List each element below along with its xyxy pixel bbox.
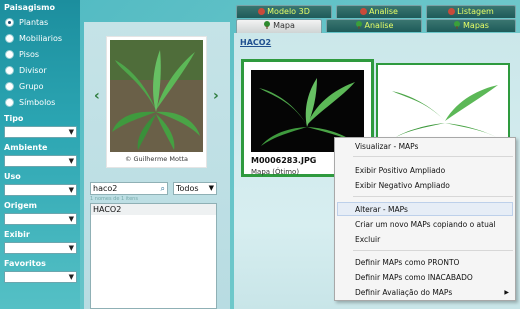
tab-label: Mapa [273,21,295,30]
result-list[interactable]: HACO2 [90,203,217,309]
tab-label: Analise [369,7,398,16]
radio-label: Símbolos [19,97,56,107]
radio-mobiliarios[interactable]: Mobiliarios [4,30,77,46]
tab-label: Analise [364,21,394,30]
radio-icon [5,49,14,59]
radio-icon [5,33,14,43]
menu-item-excluir[interactable]: Excluir [355,234,513,245]
sidebar-title: Paisagismo [4,3,56,12]
chevron-down-icon: ▼ [68,244,74,252]
tab-analise-top[interactable]: Analise [336,5,422,18]
radio-grupo[interactable]: Grupo [4,78,77,94]
menu-item-alterar[interactable]: Alterar - MAPs [355,204,513,215]
radio-icon [5,65,14,75]
plant-photo-frame: © Guilherme Motta [106,36,207,168]
tab-label: Modelo 3D [267,7,310,16]
radio-label: Plantas [19,17,49,27]
radio-icon [5,17,14,27]
model-3d-icon [258,8,266,15]
filter-label-ambiente: Ambiente [4,143,48,152]
filter-label-origem: Origem [4,201,37,210]
menu-separator [353,156,513,157]
breadcrumb[interactable]: HACO2 [240,38,271,47]
tab-mapas[interactable]: Mapas [426,19,516,32]
radio-plantas[interactable]: Plantas [4,14,77,30]
radio-pisos[interactable]: Pisos [4,46,77,62]
map-file-name: M0006283.JPG [251,156,317,165]
radio-label: Pisos [19,49,40,59]
ambiente-select[interactable]: ▼ [4,155,77,167]
radio-divisor[interactable]: Divisor [4,62,77,78]
search-value: haco2 [93,184,118,193]
radio-icon [5,81,14,91]
next-arrow-icon[interactable]: › [213,88,219,104]
search-icon[interactable]: ⌕ [161,183,165,194]
radio-icon [5,97,14,107]
map-status: Mapa (Ótimo) [251,168,300,176]
listagem-icon [448,8,456,15]
chevron-down-icon: ▼ [68,157,74,165]
menu-item-criar-novo[interactable]: Criar um novo MAPs copiando o atual [355,219,513,230]
filter-value: Todos [176,184,199,193]
tab-label: Mapas [463,21,489,30]
prev-arrow-icon[interactable]: ‹ [94,88,100,104]
photo-caption: © Guilherme Motta [124,155,189,163]
submenu-arrow-icon: ▶ [504,289,509,296]
tree-icon [454,21,461,29]
tab-modelo-3d[interactable]: Modelo 3D [236,5,332,18]
context-menu: Visualizar - MAPs Exibir Positivo Amplia… [334,137,516,301]
tab-listagem[interactable]: Listagem [426,5,516,18]
search-input[interactable]: haco2 ⌕ [90,182,168,195]
menu-separator [353,196,513,197]
radio-label: Grupo [19,81,44,91]
filter-select[interactable]: Todos ▼ [173,182,217,195]
menu-item-inacabado[interactable]: Definir MAPs como INACABADO [355,272,513,283]
menu-item-avaliacao[interactable]: Definir Avaliação do MAPs [355,287,513,298]
map-thumbnail [386,71,504,137]
origem-select[interactable]: ▼ [4,213,77,225]
sidebar: Paisagismo Plantas Mobiliarios Pisos Div… [0,0,80,309]
menu-item-exibir-positivo[interactable]: Exibir Positivo Ampliado [355,165,513,176]
map-card[interactable] [376,63,510,145]
exibir-select[interactable]: ▼ [4,242,77,254]
chevron-down-icon: ▼ [208,184,214,192]
filter-label-exibir: Exibir [4,230,30,239]
radio-simbolos[interactable]: Símbolos [4,94,77,110]
tree-icon [355,21,362,29]
result-count: 1 nomes de 1 itens [90,196,138,202]
uso-select[interactable]: ▼ [4,184,77,196]
favoritos-select[interactable]: ▼ [4,271,77,283]
tree-icon [264,21,271,29]
tab-label: Listagem [457,7,494,16]
radio-label: Divisor [19,65,47,75]
tab-analise[interactable]: Analise [326,19,422,32]
menu-item-visualizar[interactable]: Visualizar - MAPs [355,141,513,152]
plant-preview-panel: ‹ © Guilherme Motta › haco2 ⌕ Todos ▼ 1 no… [84,22,230,309]
menu-separator [353,250,513,251]
chevron-down-icon: ▼ [68,186,74,194]
menu-item-exibir-negativo[interactable]: Exibir Negativo Ampliado [355,180,513,191]
tab-mapa[interactable]: Mapa [236,19,322,33]
filter-label-uso: Uso [4,172,21,181]
chevron-down-icon: ▼ [68,215,74,223]
radio-label: Mobiliarios [19,33,63,43]
filter-label-favoritos: Favoritos [4,259,46,268]
tipo-select[interactable]: ▼ [4,126,77,138]
chevron-down-icon: ▼ [68,128,74,136]
plant-photo [110,40,203,152]
filter-label-tipo: Tipo [4,114,24,123]
chevron-down-icon: ▼ [68,273,74,281]
list-item[interactable]: HACO2 [91,204,216,215]
menu-item-pronto[interactable]: Definir MAPs como PRONTO [355,257,513,268]
analise-icon [360,8,367,15]
